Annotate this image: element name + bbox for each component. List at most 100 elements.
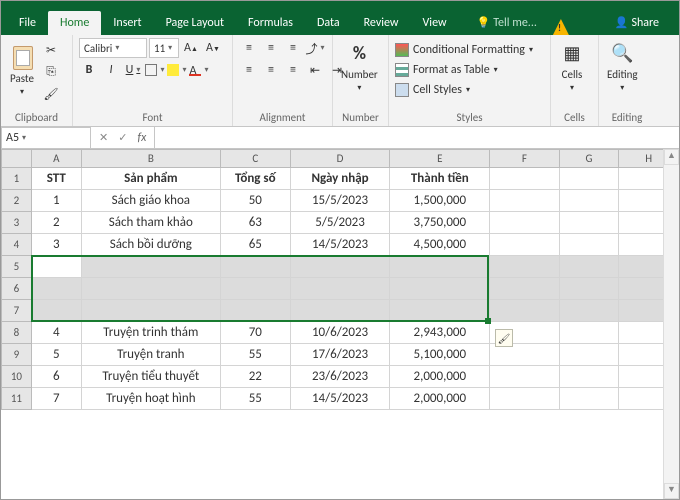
cell[interactable] [490,256,560,278]
share-button[interactable]: Share [603,11,671,35]
cell[interactable]: 3,750,000 [390,212,490,234]
cell[interactable]: 2,000,000 [390,366,490,388]
cell[interactable]: STT [31,168,81,190]
align-top-button[interactable]: ≡ [239,38,259,58]
cell[interactable]: Ngày nhập [290,168,390,190]
cell[interactable]: 23/6/2023 [290,366,390,388]
cell[interactable] [290,300,390,322]
tab-page-layout[interactable]: Page Layout [154,11,236,35]
cell[interactable] [559,278,619,300]
underline-button[interactable]: U [123,60,143,80]
row-header[interactable]: 4 [2,234,32,256]
cell[interactable]: 50 [220,190,290,212]
tab-data[interactable]: Data [305,11,352,35]
cell[interactable]: 2,943,000 [390,322,490,344]
cell[interactable]: 7 [31,388,81,410]
cell[interactable]: Sản phẩm [81,168,220,190]
cell[interactable] [559,212,619,234]
cell[interactable] [390,278,490,300]
cell[interactable] [290,278,390,300]
cell[interactable]: Truyện hoạt hình [81,388,220,410]
cell[interactable]: 55 [220,344,290,366]
cell[interactable]: 55 [220,388,290,410]
bold-button[interactable]: B [79,60,99,80]
cell[interactable]: 2,000,000 [390,388,490,410]
cell[interactable] [81,256,220,278]
conditional-formatting-button[interactable]: Conditional Formatting▾ [395,42,533,58]
cell[interactable]: 4,500,000 [390,234,490,256]
cell[interactable]: Sách tham khảo [81,212,220,234]
enter-formula-button[interactable]: ✓ [118,131,127,144]
format-painter-button[interactable]: 🖌 [41,84,61,104]
column-header[interactable]: B [81,150,220,168]
cell[interactable]: 17/6/2023 [290,344,390,366]
fill-color-button[interactable] [167,60,187,80]
row-header[interactable]: 9 [2,344,32,366]
border-button[interactable] [145,60,165,80]
orientation-button[interactable]: ⤴ [305,38,325,58]
cell[interactable]: 63 [220,212,290,234]
name-box[interactable]: A5 [1,127,91,149]
cell[interactable] [290,256,390,278]
row-header[interactable]: 6 [2,278,32,300]
tab-file[interactable]: File [7,11,48,35]
insert-options-button[interactable]: 🖌 [495,329,513,347]
cell[interactable] [490,234,560,256]
cell[interactable] [490,366,560,388]
cell[interactable]: 5 [31,344,81,366]
cell[interactable] [390,300,490,322]
column-header[interactable]: C [220,150,290,168]
column-header[interactable]: D [290,150,390,168]
cell[interactable]: 70 [220,322,290,344]
cell[interactable] [490,168,560,190]
cell[interactable]: Thành tiền [390,168,490,190]
cell[interactable]: 65 [220,234,290,256]
column-header[interactable]: E [390,150,490,168]
font-size-combo[interactable]: 11 [149,38,179,58]
cell[interactable] [220,278,290,300]
cell[interactable]: 10/6/2023 [290,322,390,344]
increase-font-button[interactable]: A▲ [181,38,201,58]
cell[interactable] [31,300,81,322]
cell[interactable] [31,256,81,278]
column-header[interactable]: G [559,150,619,168]
cell[interactable] [559,168,619,190]
column-header[interactable]: F [490,150,560,168]
align-bottom-button[interactable]: ≡ [283,38,303,58]
row-header[interactable]: 2 [2,190,32,212]
cell[interactable]: 15/5/2023 [290,190,390,212]
cell[interactable]: Sách bồi dưỡng [81,234,220,256]
cell[interactable] [559,256,619,278]
column-header[interactable]: A [31,150,81,168]
cell[interactable]: Truyện trinh thám [81,322,220,344]
cell[interactable] [559,344,619,366]
cell[interactable]: Tổng số [220,168,290,190]
italic-button[interactable]: I [101,60,121,80]
selection-handle[interactable] [485,318,491,324]
cell[interactable] [31,278,81,300]
row-header[interactable]: 7 [2,300,32,322]
fx-icon[interactable]: fx [137,131,146,145]
cell[interactable]: Truyện tranh [81,344,220,366]
cell[interactable]: 4 [31,322,81,344]
cell[interactable] [559,366,619,388]
cell[interactable]: 2 [31,212,81,234]
cell[interactable] [490,190,560,212]
cell[interactable]: 5,100,000 [390,344,490,366]
row-header[interactable]: 10 [2,366,32,388]
tab-view[interactable]: View [411,11,459,35]
paste-button[interactable]: Paste ▾ [7,38,37,99]
cell[interactable]: 14/5/2023 [290,234,390,256]
formula-bar[interactable] [154,127,679,149]
cell[interactable] [559,322,619,344]
row-header[interactable]: 5 [2,256,32,278]
editing-button[interactable]: 🔍Editing▾ [605,38,640,95]
cell[interactable] [559,300,619,322]
cell[interactable]: 22 [220,366,290,388]
cell[interactable] [390,256,490,278]
tab-formulas[interactable]: Formulas [236,11,305,35]
cell[interactable] [220,300,290,322]
align-left-button[interactable]: ≡ [239,60,259,80]
cell-styles-button[interactable]: Cell Styles▾ [395,82,470,98]
row-header[interactable]: 11 [2,388,32,410]
